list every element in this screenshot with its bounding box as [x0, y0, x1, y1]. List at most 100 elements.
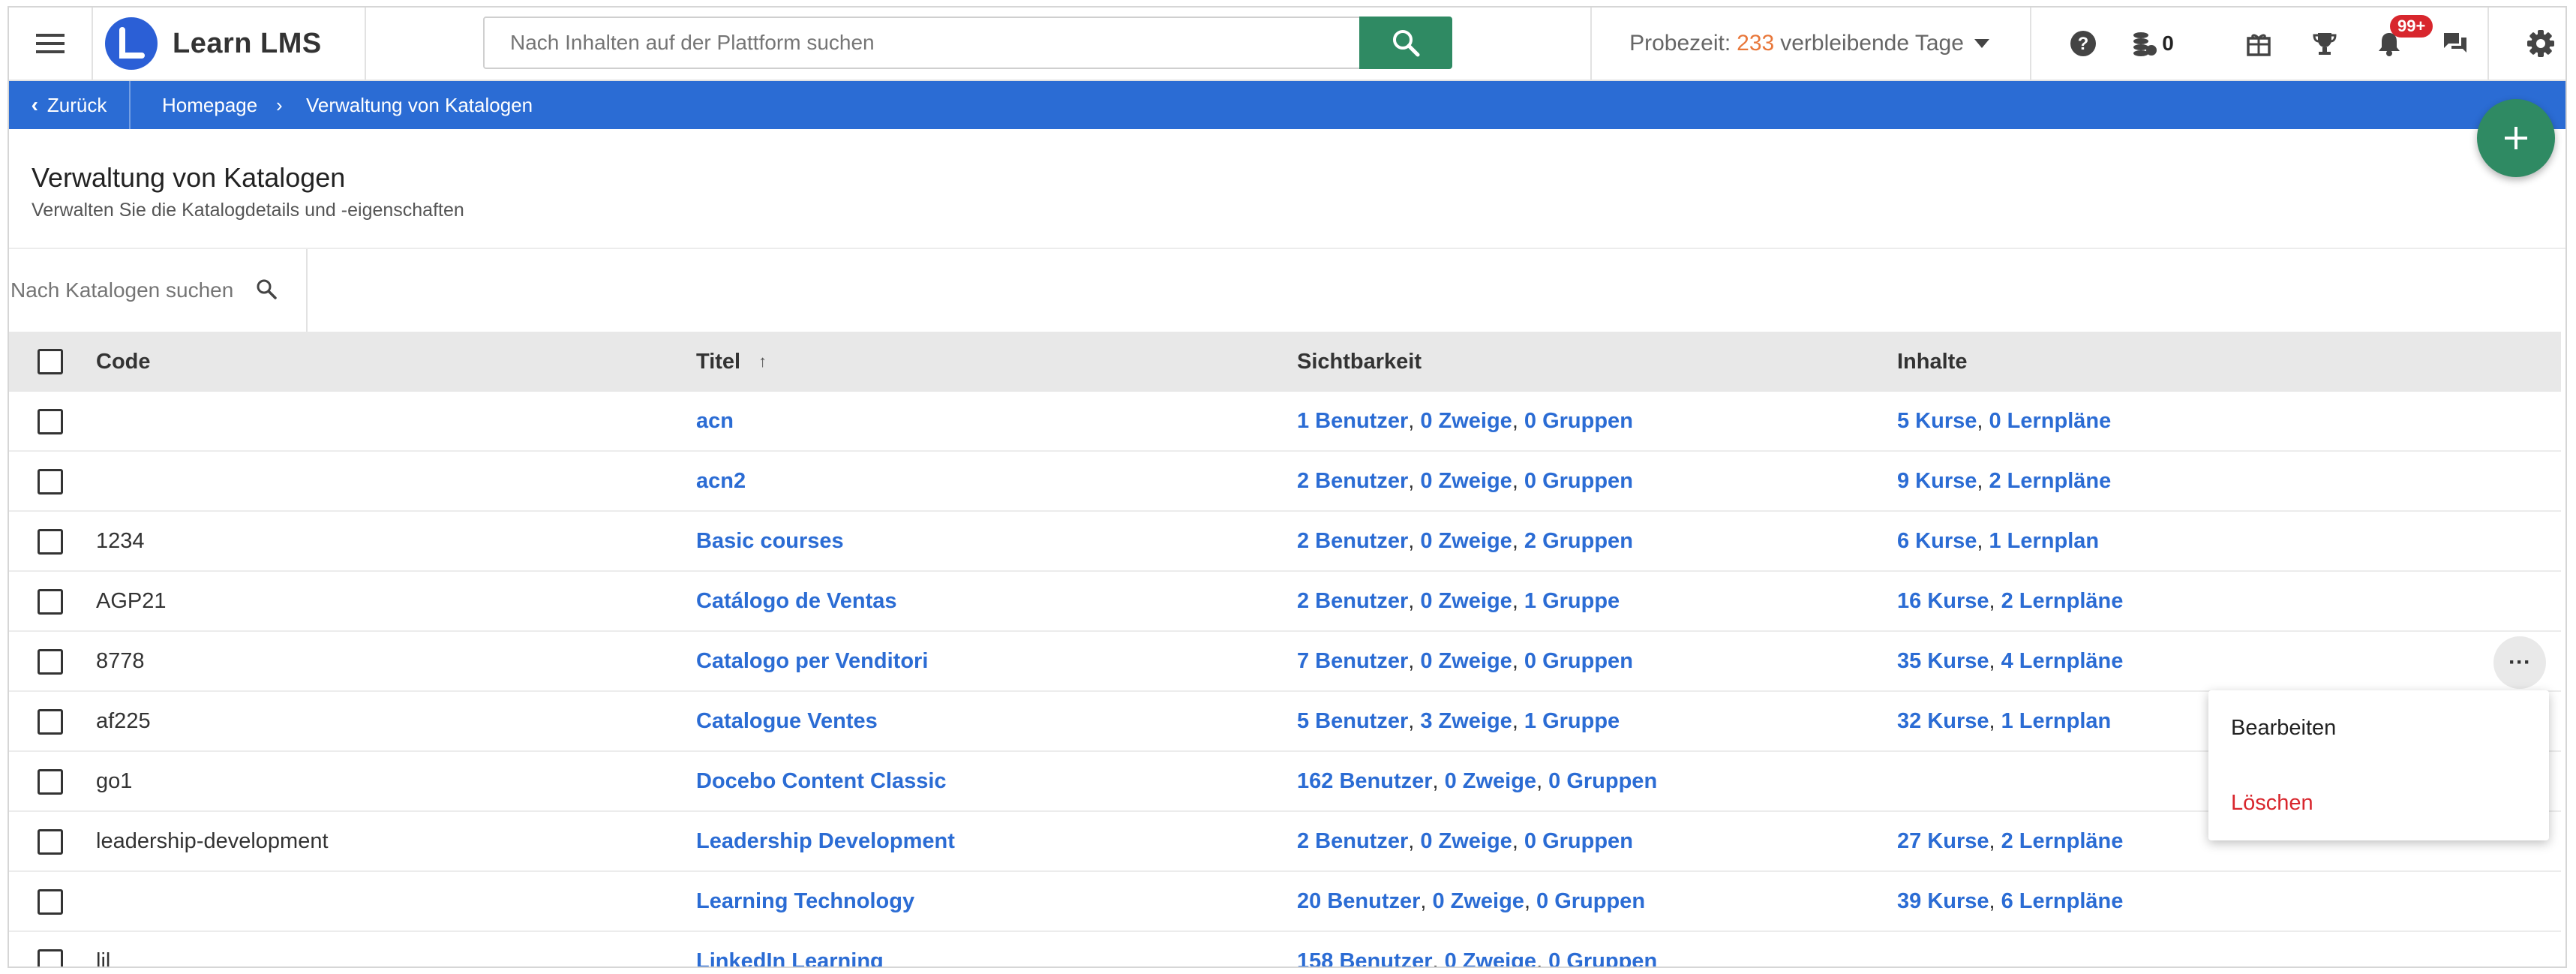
branches-link[interactable]: 0 Zweige — [1420, 649, 1512, 674]
branches-link[interactable]: 3 Zweige — [1420, 709, 1512, 734]
users-link[interactable]: 5 Benutzer — [1297, 709, 1408, 734]
row-checkbox[interactable] — [38, 949, 63, 966]
rewards-button[interactable] — [2226, 8, 2291, 80]
table-row[interactable]: af225 Catalogue Ventes 5 Benutzer, 3 Zweige… — [9, 692, 2561, 752]
users-link[interactable]: 1 Benutzer — [1297, 409, 1408, 434]
row-checkbox[interactable] — [38, 589, 63, 615]
table-row[interactable]: leadership-development Leadership Develop… — [9, 812, 2561, 872]
learning-plans-link[interactable]: 6 Lernpläne — [2001, 889, 2124, 914]
back-button[interactable]: ‹ Zurück — [9, 81, 131, 129]
courses-link[interactable]: 9 Kurse — [1897, 469, 1977, 494]
column-header-title[interactable]: Titel ↑ — [696, 332, 767, 392]
groups-link[interactable]: 0 Gruppen — [1548, 949, 1657, 967]
help-button[interactable]: ? — [2051, 8, 2115, 80]
row-checkbox[interactable] — [38, 829, 63, 855]
table-row[interactable]: 8778 Catalogo per Venditori 7 Benutzer, 0 Z… — [9, 632, 2561, 692]
branches-link[interactable]: 0 Zweige — [1420, 469, 1512, 494]
courses-link[interactable]: 32 Kurse — [1897, 709, 1989, 734]
cell-title-link[interactable]: Docebo Content Classic — [696, 752, 947, 810]
table-row[interactable]: lil LinkedIn Learning 158 Benutzer, 0 Zweig… — [9, 932, 2561, 967]
branches-link[interactable]: 0 Zweige — [1445, 949, 1537, 967]
branches-link[interactable]: 0 Zweige — [1445, 769, 1537, 794]
branches-link[interactable]: 0 Zweige — [1420, 529, 1512, 554]
table-row[interactable]: Learning Technology 20 Benutzer, 0 Zweige,… — [9, 872, 2561, 932]
search-icon[interactable] — [255, 278, 278, 300]
users-link[interactable]: 162 Benutzer — [1297, 769, 1433, 794]
hamburger-menu-button[interactable] — [9, 8, 93, 80]
learning-plans-link[interactable]: 1 Lernplan — [1989, 529, 2099, 554]
users-link[interactable]: 7 Benutzer — [1297, 649, 1408, 674]
column-header-visibility[interactable]: Sichtbarkeit — [1297, 332, 1422, 392]
branches-link[interactable]: 0 Zweige — [1432, 889, 1524, 914]
groups-link[interactable]: 0 Gruppen — [1524, 469, 1633, 494]
cell-title-link[interactable]: acn2 — [696, 452, 746, 510]
courses-link[interactable]: 27 Kurse — [1897, 829, 1989, 854]
coins-button[interactable]: 0 — [2117, 8, 2189, 80]
groups-link[interactable]: 1 Gruppe — [1524, 589, 1620, 614]
users-link[interactable]: 2 Benutzer — [1297, 829, 1408, 854]
table-row[interactable]: acn 1 Benutzer, 0 Zweige, 0 Gruppen 5 Kurse,… — [9, 392, 2561, 452]
app-logo[interactable]: Learn LMS — [93, 8, 366, 80]
delete-menu-item[interactable]: Löschen — [2231, 765, 2313, 840]
users-link[interactable]: 158 Benutzer — [1297, 949, 1433, 967]
users-link[interactable]: 20 Benutzer — [1297, 889, 1420, 914]
courses-link[interactable]: 16 Kurse — [1897, 589, 1989, 614]
row-checkbox[interactable] — [38, 529, 63, 555]
users-link[interactable]: 2 Benutzer — [1297, 589, 1408, 614]
table-row[interactable]: AGP21 Catálogo de Ventas 2 Benutzer, 0 Zwei… — [9, 572, 2561, 632]
branches-link[interactable]: 0 Zweige — [1420, 589, 1512, 614]
groups-link[interactable]: 0 Gruppen — [1524, 829, 1633, 854]
row-checkbox[interactable] — [38, 889, 63, 915]
learning-plans-link[interactable]: 2 Lernpläne — [1989, 469, 2111, 494]
edit-menu-item[interactable]: Bearbeiten — [2231, 690, 2336, 765]
groups-link[interactable]: 0 Gruppen — [1536, 889, 1645, 914]
leaderboard-button[interactable] — [2292, 8, 2357, 80]
branches-link[interactable]: 0 Zweige — [1420, 829, 1512, 854]
users-link[interactable]: 2 Benutzer — [1297, 469, 1408, 494]
platform-search-input[interactable] — [485, 18, 1370, 68]
trial-period-dropdown[interactable]: Probezeit: 233 verbleibende Tage — [1599, 8, 2019, 80]
column-header-contents[interactable]: Inhalte — [1897, 332, 1967, 392]
table-row[interactable]: 1234 Basic courses 2 Benutzer, 0 Zweige, 2 G… — [9, 512, 2561, 572]
groups-link[interactable]: 1 Gruppe — [1524, 709, 1620, 734]
row-checkbox[interactable] — [38, 649, 63, 675]
courses-link[interactable]: 35 Kurse — [1897, 649, 1989, 674]
learning-plans-link[interactable]: 2 Lernpläne — [2001, 829, 2124, 854]
column-header-code[interactable]: Code — [96, 332, 151, 392]
breadcrumb-homepage[interactable]: Homepage — [162, 81, 257, 129]
select-all-checkbox[interactable] — [38, 349, 63, 374]
learning-plans-link[interactable]: 1 Lernplan — [2001, 709, 2112, 734]
cell-title-link[interactable]: Catalogue Ventes — [696, 692, 878, 750]
settings-button[interactable] — [2514, 8, 2565, 80]
cell-title-link[interactable]: Basic courses — [696, 512, 844, 570]
cell-title-link[interactable]: Catalogo per Venditori — [696, 632, 928, 690]
cell-title-link[interactable]: acn — [696, 392, 734, 450]
notifications-button[interactable]: 99+ — [2357, 8, 2433, 80]
row-checkbox[interactable] — [38, 769, 63, 795]
catalog-search-input[interactable] — [9, 267, 260, 314]
courses-link[interactable]: 39 Kurse — [1897, 889, 1989, 914]
branches-link[interactable]: 0 Zweige — [1420, 409, 1512, 434]
groups-link[interactable]: 0 Gruppen — [1524, 409, 1633, 434]
table-row[interactable]: acn2 2 Benutzer, 0 Zweige, 0 Gruppen 9 Kurse… — [9, 452, 2561, 512]
groups-link[interactable]: 2 Gruppen — [1524, 529, 1633, 554]
learning-plans-link[interactable]: 0 Lernpläne — [1989, 409, 2111, 434]
learning-plans-link[interactable]: 2 Lernpläne — [2001, 589, 2124, 614]
groups-link[interactable]: 0 Gruppen — [1548, 769, 1657, 794]
messages-button[interactable] — [2423, 8, 2487, 80]
learning-plans-link[interactable]: 4 Lernpläne — [2001, 649, 2124, 674]
table-row[interactable]: go1 Docebo Content Classic 162 Benutzer, 0 … — [9, 752, 2561, 812]
cell-title-link[interactable]: Catálogo de Ventas — [696, 572, 897, 630]
row-more-options-button[interactable]: ··· — [2493, 636, 2546, 689]
add-catalog-button[interactable] — [2477, 99, 2555, 177]
courses-link[interactable]: 6 Kurse — [1897, 529, 1977, 554]
groups-link[interactable]: 0 Gruppen — [1524, 649, 1633, 674]
courses-link[interactable]: 5 Kurse — [1897, 409, 1977, 434]
row-checkbox[interactable] — [38, 409, 63, 434]
cell-title-link[interactable]: Leadership Development — [696, 812, 955, 870]
search-button[interactable] — [1359, 17, 1452, 69]
row-checkbox[interactable] — [38, 709, 63, 735]
cell-title-link[interactable]: LinkedIn Learning — [696, 932, 884, 967]
row-checkbox[interactable] — [38, 469, 63, 495]
users-link[interactable]: 2 Benutzer — [1297, 529, 1408, 554]
